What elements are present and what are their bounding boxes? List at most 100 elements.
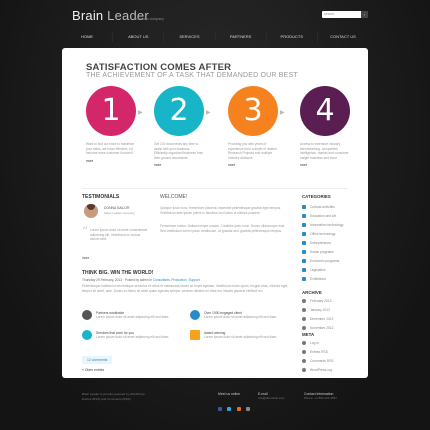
testimonial-quote: Lorem ipsum dolor sit amet consectetuer … <box>90 228 148 241</box>
search-input[interactable]: search › <box>322 11 368 18</box>
step-4: 4 Access to extensive industry benchmark… <box>300 86 372 167</box>
share-icon[interactable] <box>246 407 251 411</box>
twitter-icon[interactable] <box>227 407 232 411</box>
step-4-circle[interactable]: 4 <box>300 86 350 136</box>
search-button[interactable]: › <box>361 11 368 18</box>
step-3: 3 ▶ Providing you with years of experien… <box>228 86 300 167</box>
arrow-right-icon: ▶ <box>138 110 143 116</box>
archive-link-label: November 2012 <box>310 326 334 330</box>
archive-link-label: December 2012 <box>310 317 334 321</box>
step-2-more-link[interactable]: more <box>154 163 226 167</box>
bullet-icon <box>302 317 306 322</box>
archive-link[interactable]: December 2012 <box>302 316 333 322</box>
step-2: 2 ▶ Get 100 documents any time to assist… <box>154 86 226 167</box>
post-title[interactable]: THINK BIG. WIN THE WORLD! <box>82 270 292 276</box>
category-link[interactable]: Education and Art <box>302 213 336 219</box>
bullet-icon <box>302 368 306 373</box>
testimonials-section: TESTIMONIALS DONNA SAILOR Sales Leader c… <box>82 194 152 260</box>
category-link[interactable]: Office technology <box>302 231 335 237</box>
archive-link[interactable]: January 2013 <box>302 307 330 313</box>
footer-line-2: Entries (RSS) and Comments (RSS) <box>82 396 131 401</box>
category-link[interactable]: Information technology <box>302 222 343 228</box>
older-entries-link[interactable]: « Older entries <box>82 368 104 372</box>
bar-chart-icon <box>190 330 200 340</box>
footer-contact: Contact information Phone: +1 800 123 45… <box>304 392 337 401</box>
category-link[interactable]: Exhibitions <box>302 276 326 282</box>
facebook-icon[interactable] <box>218 407 222 411</box>
category-link-label: Legislative <box>310 268 326 272</box>
meta-link-label: Log in <box>310 341 319 345</box>
feature-text: Lorem ipsum dolor sit amet adipiscing el… <box>204 315 278 319</box>
meta-link[interactable]: Entries RSS <box>302 349 328 355</box>
bullet-icon <box>302 277 306 282</box>
category-link[interactable]: Legislative <box>302 267 326 273</box>
comments-button[interactable]: 12 comments <box>82 356 113 364</box>
meta-link[interactable]: Log in <box>302 340 319 346</box>
archive-link[interactable]: February 2013 <box>302 298 331 304</box>
rss-icon[interactable] <box>236 407 241 411</box>
step-1-circle[interactable]: 1 <box>86 86 136 136</box>
step-1-more-link[interactable]: more <box>86 159 158 163</box>
category-link-label: Education and Art <box>310 214 337 218</box>
step-4-text: Access to extensive industry benchmarkin… <box>300 142 349 160</box>
testimonial-more-link[interactable]: more <box>82 256 89 260</box>
step-4-more-link[interactable]: more <box>300 163 372 167</box>
category-link[interactable]: Social programs <box>302 249 334 255</box>
site-tagline: business company <box>135 17 164 21</box>
search-placeholder: search <box>324 12 335 16</box>
step-3-circle[interactable]: 3 <box>228 86 278 136</box>
categories-heading: CATEGORIES <box>302 194 331 199</box>
step-3-more-link[interactable]: more <box>228 163 300 167</box>
site-header: Brain Leader business company search › <box>62 8 368 30</box>
welcome-section: WELCOME! Quisque justo nunc, fermentum p… <box>160 194 294 233</box>
post-date: Thursday 29 February, 2013 · Posted by a… <box>82 278 152 282</box>
meta-heading: META <box>302 332 315 337</box>
nav-home[interactable]: HOME <box>62 32 114 42</box>
site-footer: Brain Leader is proudly powered by WordP… <box>62 386 368 416</box>
testimonial-role: Sales Leader company <box>104 211 135 215</box>
nav-partners[interactable]: PARTNERS <box>216 32 267 42</box>
welcome-paragraph-1: Quisque justo nunc, fermentum placerat, … <box>160 206 282 215</box>
welcome-paragraph-2: Fermentum metus. Nullam tempor mauris. C… <box>160 224 285 233</box>
bullet-icon <box>302 299 306 304</box>
archive-link[interactable]: November 2012 <box>302 325 333 331</box>
hero-subtitle: THE ACHIEVEMENT OF A TASK THAT DEMANDED … <box>86 72 298 79</box>
chat-bubble-icon <box>190 310 200 320</box>
nav-products[interactable]: PRODUCTS <box>267 32 318 42</box>
main-nav: HOME ABOUT US SERVICES PARTNERS PRODUCTS… <box>62 32 368 42</box>
nav-services[interactable]: SERVICES <box>164 32 216 42</box>
meta-link[interactable]: Comments RSS <box>302 358 334 364</box>
meta-link-label: Entries RSS <box>310 350 328 354</box>
divider <box>82 188 348 189</box>
category-link-label: Social programs <box>310 250 334 254</box>
bullet-icon <box>302 250 306 255</box>
category-link-label: Exhibitions <box>310 277 326 281</box>
meta-link-label: WordPress.org <box>310 368 332 372</box>
feature-item: Services that work for you Lorem ipsum d… <box>82 330 182 350</box>
step-2-circle[interactable]: 2 <box>154 86 204 136</box>
bullet-icon <box>302 214 306 219</box>
feature-item: Over 1000 engaged client Lorem ipsum dol… <box>190 310 290 330</box>
category-link[interactable]: Economic programs <box>302 258 339 264</box>
bullet-icon <box>302 223 306 228</box>
step-3-text: Providing you with years of experience f… <box>228 142 277 160</box>
category-link[interactable]: Cultural activities <box>302 204 335 210</box>
feature-text: Lorem ipsum dolor sit amet adipiscing el… <box>204 335 278 339</box>
post-excerpt: Pellentesque habitant morbi tristique se… <box>82 284 289 293</box>
meta-link[interactable]: WordPress.org <box>302 367 332 373</box>
nav-about[interactable]: ABOUT US <box>113 32 165 42</box>
welcome-heading: WELCOME! <box>160 194 188 200</box>
feature-item: Partners worldwide Lorem ipsum dolor sit… <box>82 310 182 330</box>
category-link[interactable]: Entrepreneurs <box>302 240 331 246</box>
arrow-right-icon: ▶ <box>206 110 211 116</box>
footer-phone: Phone: +1 800 123 4567 <box>304 396 337 400</box>
bullet-icon <box>302 241 306 246</box>
bullet-icon <box>302 308 306 313</box>
footer-email-address[interactable]: info@demolink.com <box>258 396 284 401</box>
post-category-link[interactable]: Consultants, Production, Support <box>153 278 200 282</box>
post-meta: Thursday 29 February, 2013 · Posted by a… <box>82 278 200 282</box>
nav-contact[interactable]: CONTACT US <box>318 32 368 42</box>
globe-icon <box>82 310 92 320</box>
quote-icon: “ <box>82 224 89 238</box>
footer-email: E-mail info@demolink.com <box>258 392 284 401</box>
